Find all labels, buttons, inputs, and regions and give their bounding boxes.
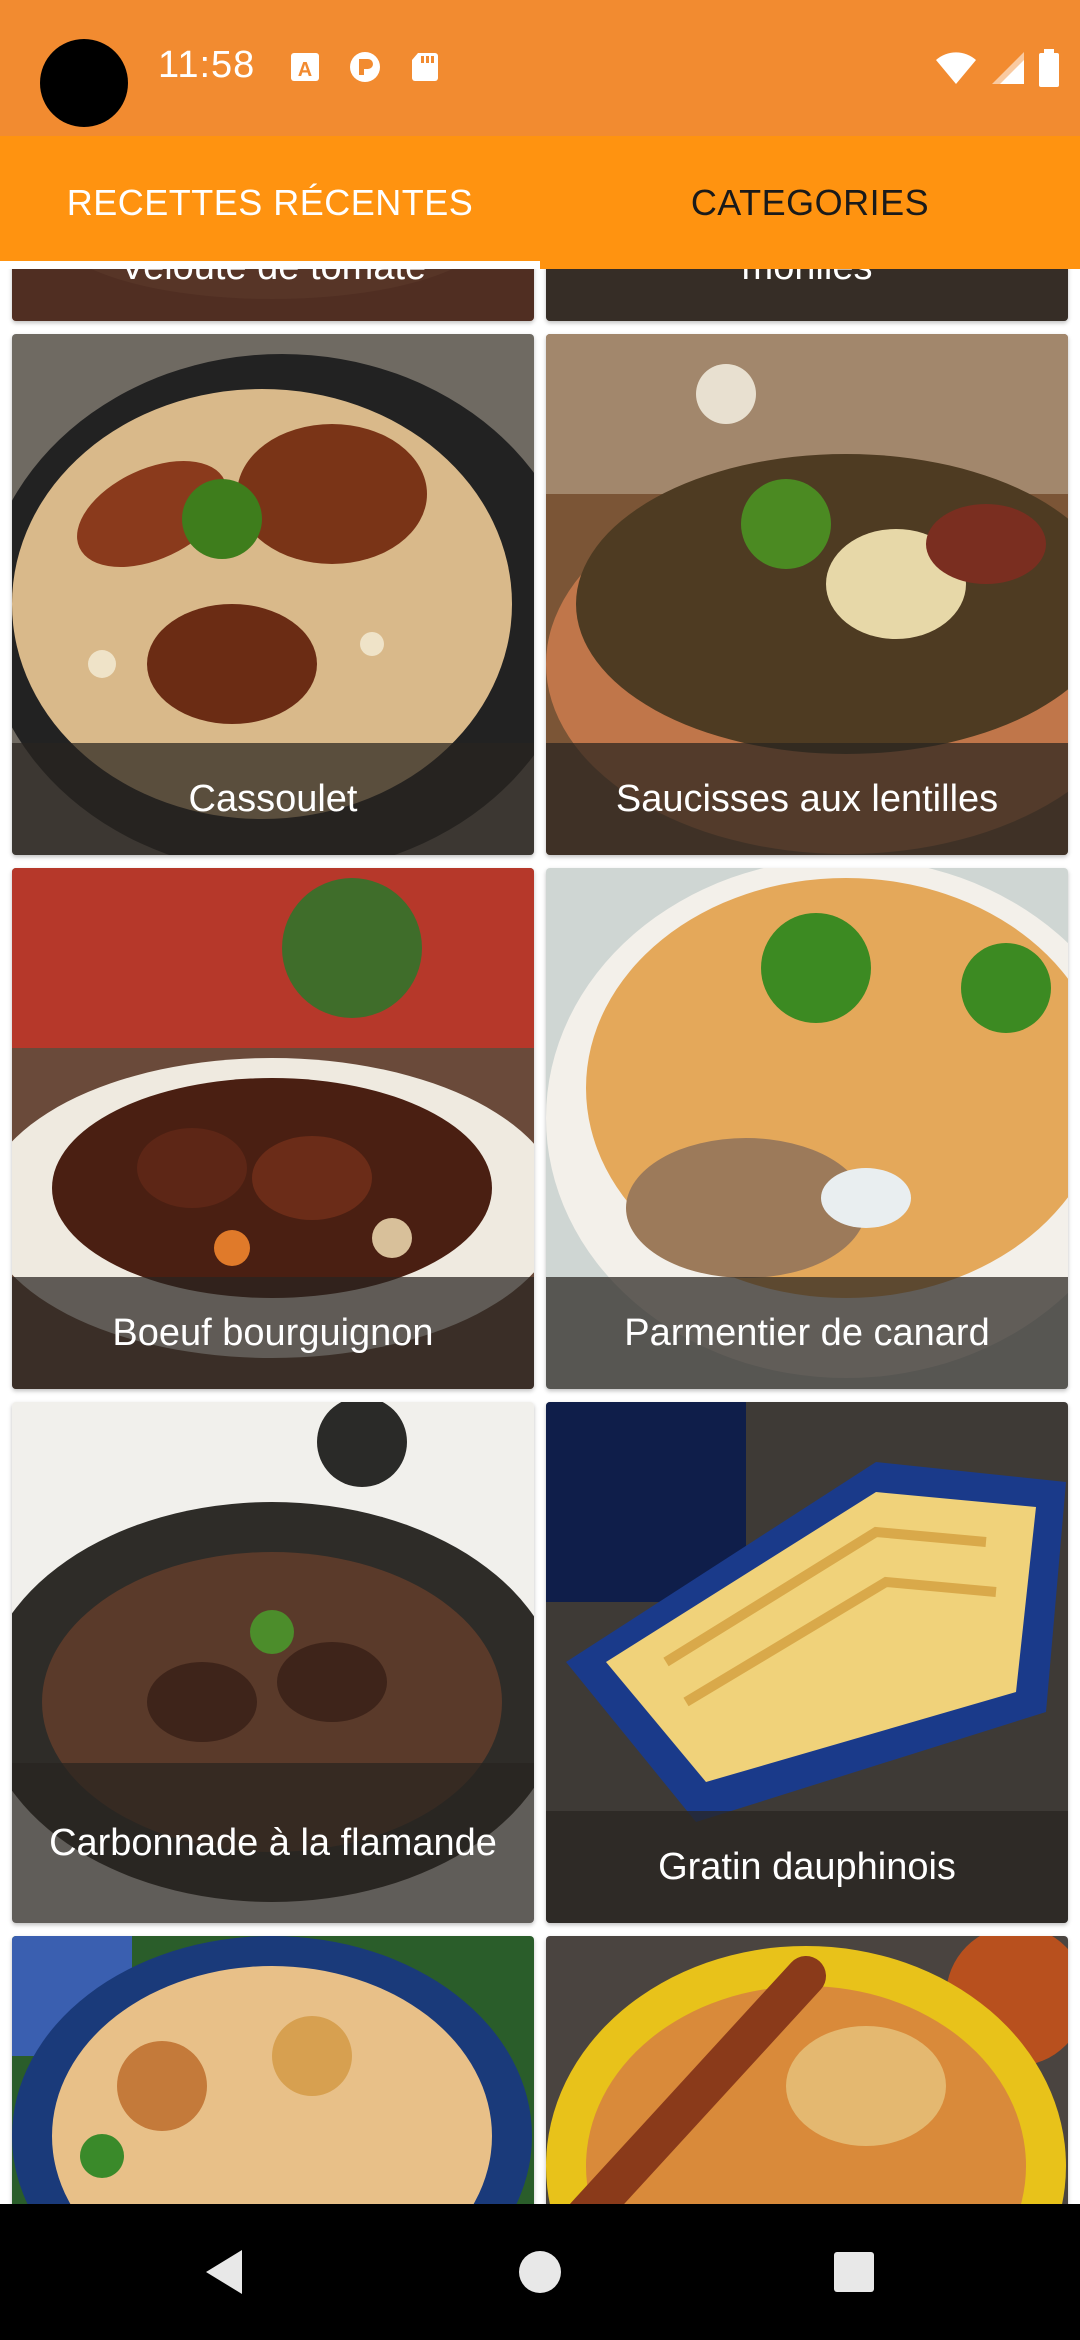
recipe-card-boeuf-bourguignon[interactable]: Boeuf bourguignon: [12, 868, 534, 1389]
couscous-photo: [546, 1936, 1068, 2204]
recipe-title: Saucisses aux lentilles: [546, 743, 1068, 855]
recipe-card-cassoulet[interactable]: Cassoulet: [12, 334, 534, 855]
sd-card-icon: [412, 53, 438, 81]
tab-recettes-recentes-label: RECETTES RÉCENTES: [66, 181, 474, 223]
wifi-icon: [936, 52, 976, 84]
signal-icon: [992, 52, 1024, 84]
recipe-title: Parmentier de canard: [546, 1277, 1068, 1389]
camera-hole: [40, 39, 128, 127]
recents-icon[interactable]: [826, 2244, 882, 2300]
recipe-card-saucisses-lentilles[interactable]: Saucisses aux lentilles: [546, 334, 1068, 855]
recipe-card-veloute[interactable]: Velouté de tomate: [12, 269, 534, 321]
recipe-grid[interactable]: Velouté de tomate morilles Cassoulet: [0, 269, 1080, 2204]
recipe-card-moussaka[interactable]: [12, 1936, 534, 2204]
recipe-card-parmentier-canard[interactable]: Parmentier de canard: [546, 868, 1068, 1389]
recipe-title: Velouté de tomate: [12, 269, 534, 321]
p-notification-icon: [350, 52, 380, 82]
status-time: 11:58: [158, 44, 256, 86]
tab-recettes-recentes[interactable]: RECETTES RÉCENTES: [0, 136, 540, 269]
recipe-title: Boeuf bourguignon: [12, 1277, 534, 1389]
tab-categories-label: CATEGORIES: [690, 181, 930, 223]
recipe-title: Carbonnade à la flamande: [12, 1763, 534, 1923]
recipe-card-gratin-dauphinois[interactable]: Gratin dauphinois: [546, 1402, 1068, 1923]
back-icon[interactable]: [198, 2244, 254, 2300]
recipe-card-carbonnade[interactable]: Carbonnade à la flamande: [12, 1402, 534, 1923]
tab-selected-indicator: [0, 261, 540, 269]
system-nav-bar: [0, 2204, 1080, 2340]
recipe-title: morilles: [546, 269, 1068, 321]
home-icon[interactable]: [512, 2244, 568, 2300]
status-bar: 11:58 A: [0, 0, 1080, 136]
recipe-card-morilles[interactable]: morilles: [546, 269, 1068, 321]
recipe-title: Gratin dauphinois: [546, 1811, 1068, 1923]
a-notification-icon: A: [291, 53, 319, 81]
moussaka-photo: [12, 1936, 534, 2204]
recipe-card-couscous[interactable]: [546, 1936, 1068, 2204]
battery-icon: [1039, 49, 1059, 87]
svg-text:A: A: [298, 59, 312, 81]
tab-bar: RECETTES RÉCENTES CATEGORIES: [0, 136, 1080, 269]
recipe-title: Cassoulet: [12, 743, 534, 855]
tab-categories[interactable]: CATEGORIES: [540, 136, 1080, 269]
